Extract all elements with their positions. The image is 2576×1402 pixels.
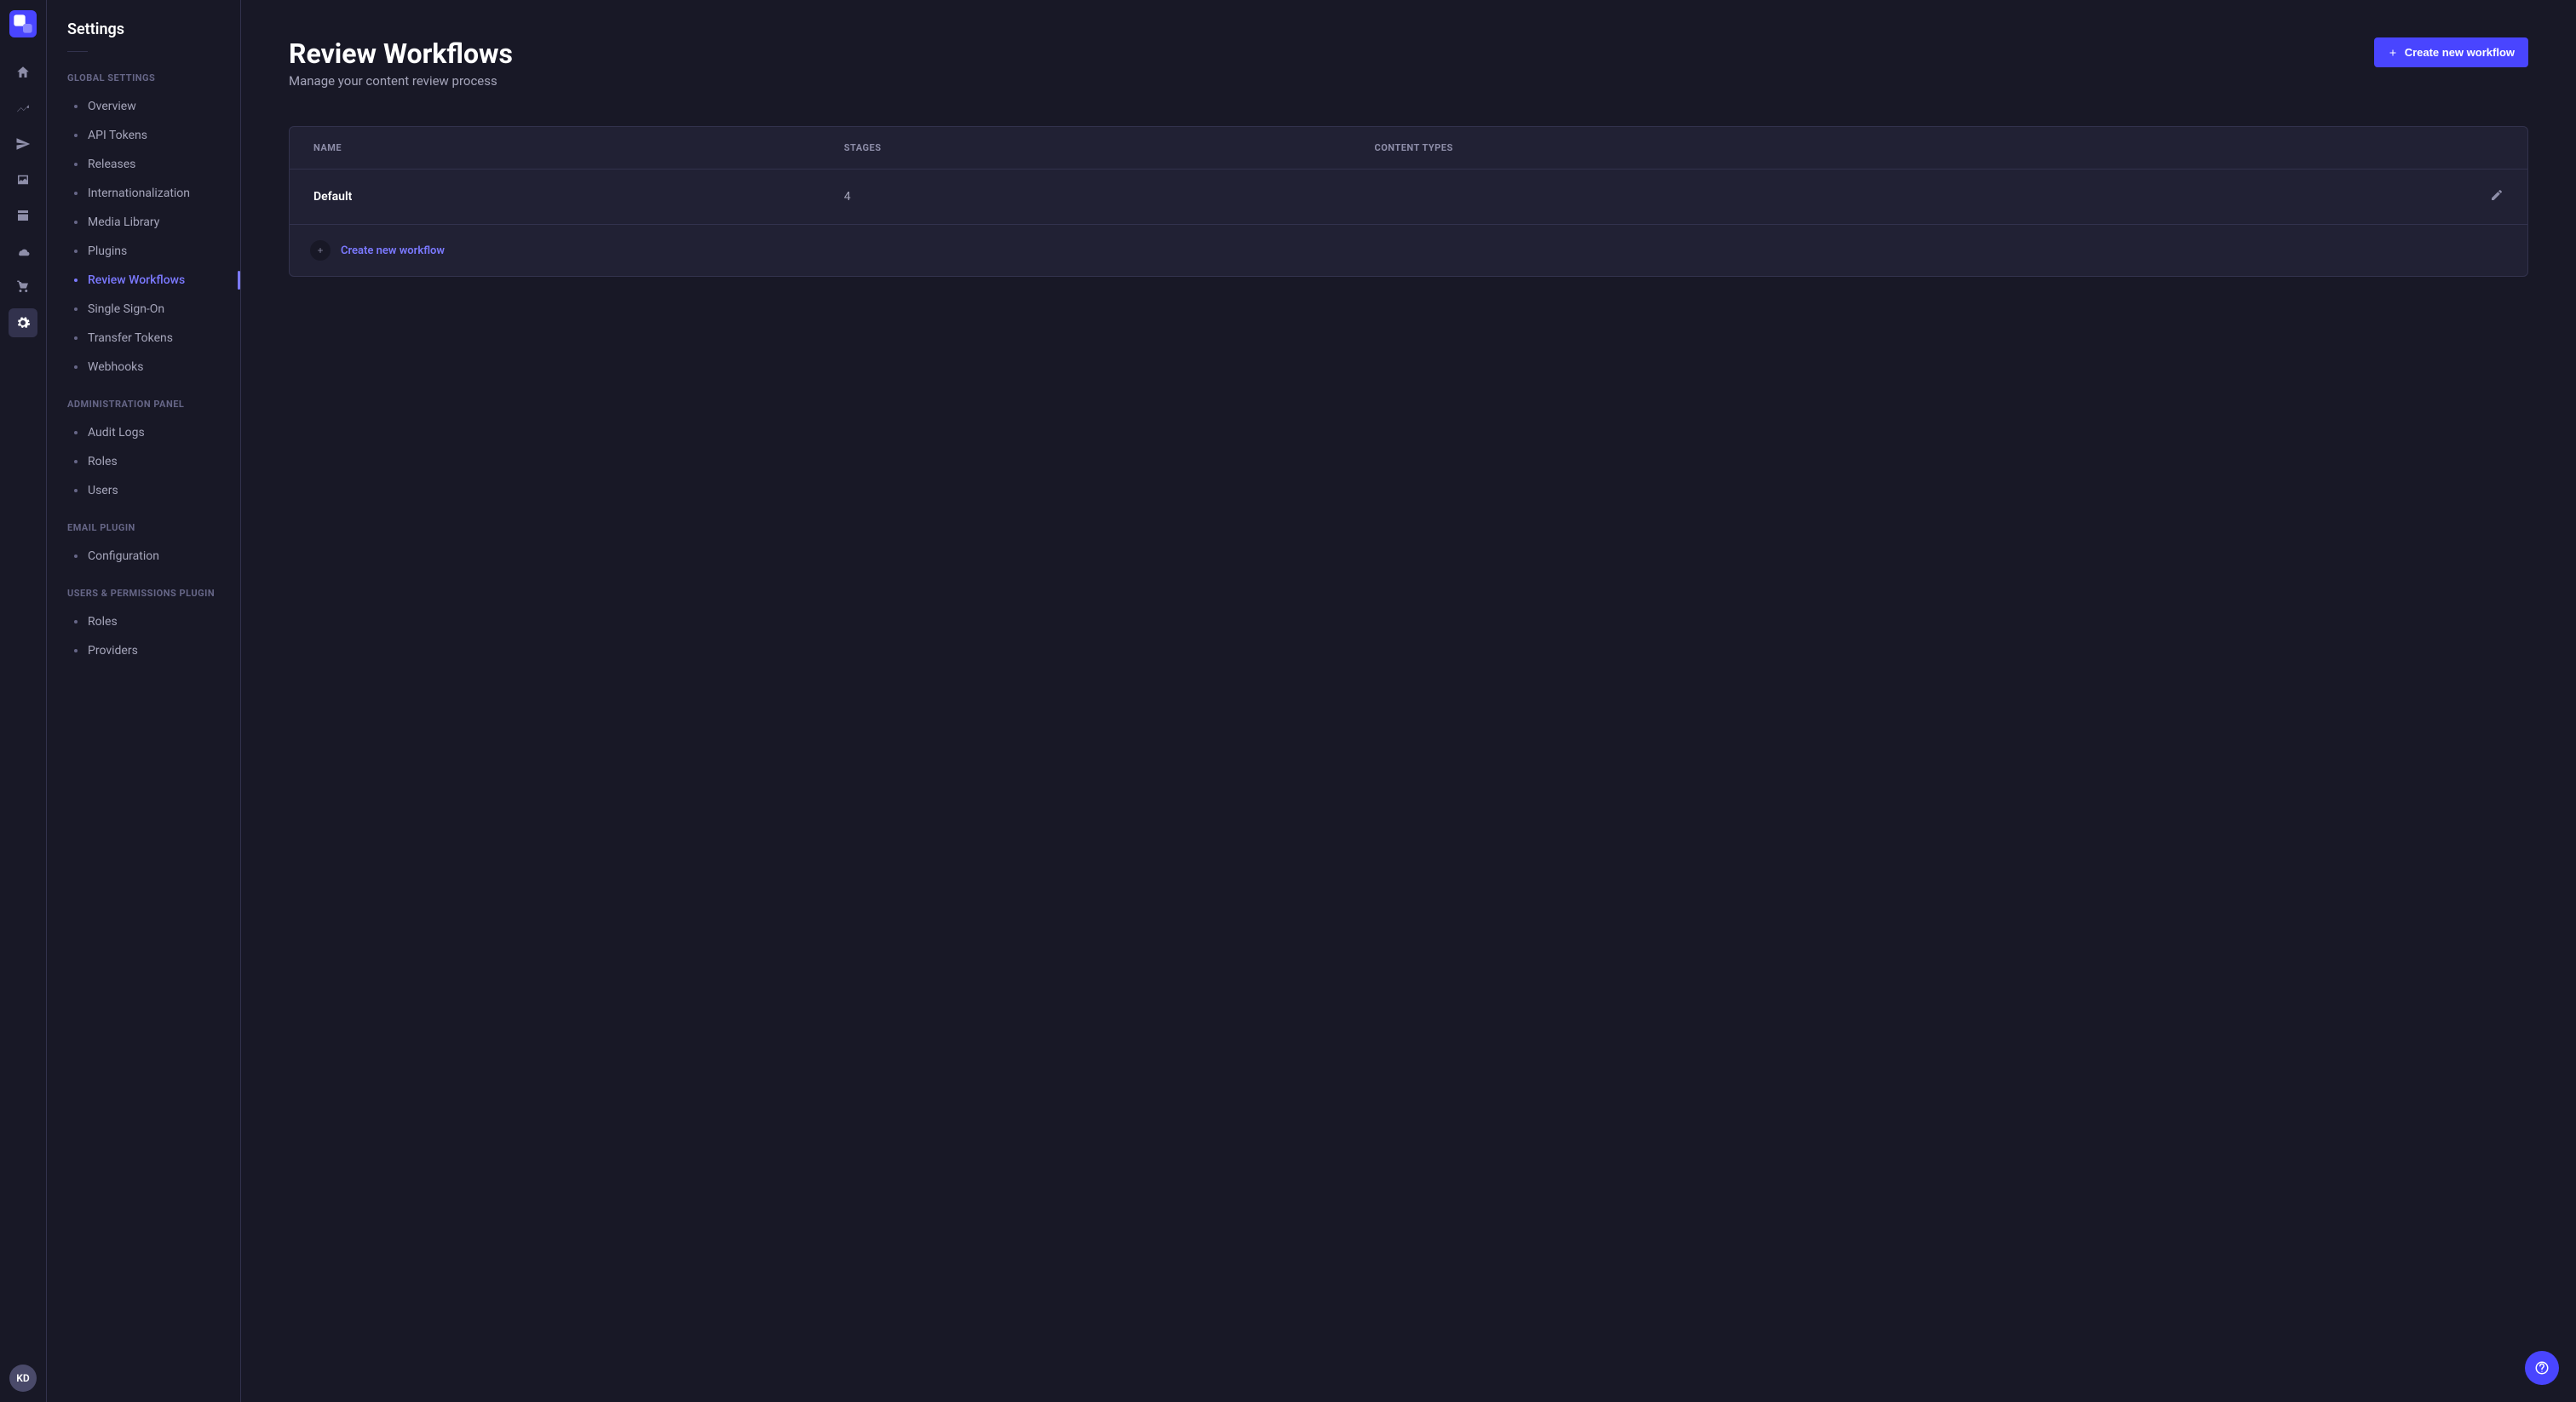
settings-icon[interactable]	[9, 308, 37, 337]
sidebar-item-audit-logs[interactable]: Audit Logs	[67, 418, 240, 447]
sidebar-item-review-workflows[interactable]: Review Workflows	[67, 266, 240, 295]
question-icon	[2534, 1360, 2550, 1376]
column-header-name: Name	[313, 142, 844, 153]
page-header: Review Workflows Manage your content rev…	[289, 37, 2528, 89]
sidebar-item-configuration[interactable]: Configuration	[67, 542, 240, 571]
sidebar-item-providers[interactable]: Providers	[67, 636, 240, 665]
sidebar-item-single-sign-on[interactable]: Single Sign-On	[67, 295, 240, 324]
sidebar-item-webhooks[interactable]: Webhooks	[67, 353, 240, 382]
media-library-icon[interactable]	[9, 165, 37, 194]
home-icon[interactable]	[9, 58, 37, 87]
plus-icon	[2388, 48, 2398, 58]
create-workflow-button[interactable]: Create new workflow	[2374, 37, 2528, 67]
releases-icon[interactable]	[9, 201, 37, 230]
column-header-content-types: Content Types	[1375, 142, 2436, 153]
sidebar-item-users[interactable]: Users	[67, 476, 240, 505]
icon-rail: KD	[0, 0, 47, 1402]
marketplace-icon[interactable]	[9, 273, 37, 302]
create-workflow-footer-label: Create new workflow	[341, 244, 445, 257]
main-content: Review Workflows Manage your content rev…	[241, 0, 2576, 1402]
page-title: Review Workflows	[289, 37, 513, 70]
workflows-table: Name Stages Content Types Default 4 Crea…	[289, 126, 2528, 277]
page-subtitle: Manage your content review process	[289, 73, 513, 89]
table-head: Name Stages Content Types	[290, 127, 2527, 170]
sidebar-item-plugins[interactable]: Plugins	[67, 237, 240, 266]
sidebar-item-api-tokens[interactable]: API Tokens	[67, 121, 240, 150]
table-row[interactable]: Default 4	[290, 170, 2527, 225]
sidebar-title: Settings	[67, 20, 240, 52]
section-label: Users & Permissions Plugin	[67, 588, 240, 599]
section-label: Global Settings	[67, 72, 240, 83]
create-workflow-footer[interactable]: Create new workflow	[290, 225, 2527, 276]
content-type-builder-icon[interactable]	[9, 94, 37, 123]
cell-name: Default	[313, 190, 844, 204]
plus-circle-icon	[310, 240, 331, 261]
pencil-icon	[2490, 188, 2504, 202]
sidebar-item-media-library[interactable]: Media Library	[67, 208, 240, 237]
cloud-icon[interactable]	[9, 237, 37, 266]
sidebar-item-transfer-tokens[interactable]: Transfer Tokens	[67, 324, 240, 353]
settings-sidebar: Settings Global Settings OverviewAPI Toke…	[47, 0, 241, 1402]
sidebar-item-roles[interactable]: Roles	[67, 607, 240, 636]
sidebar-item-internationalization[interactable]: Internationalization	[67, 179, 240, 208]
section-label: Email Plugin	[67, 522, 240, 533]
section-label: Administration Panel	[67, 399, 240, 410]
sidebar-item-releases[interactable]: Releases	[67, 150, 240, 179]
sidebar-item-roles[interactable]: Roles	[67, 447, 240, 476]
edit-button[interactable]	[2490, 188, 2504, 202]
send-icon[interactable]	[9, 129, 37, 158]
app-logo[interactable]	[9, 10, 37, 37]
help-button[interactable]	[2525, 1351, 2559, 1385]
user-avatar[interactable]: KD	[9, 1365, 37, 1392]
cell-stages: 4	[844, 190, 1375, 204]
create-workflow-button-label: Create new workflow	[2405, 46, 2515, 59]
sidebar-item-overview[interactable]: Overview	[67, 92, 240, 121]
column-header-stages: Stages	[844, 142, 1375, 153]
